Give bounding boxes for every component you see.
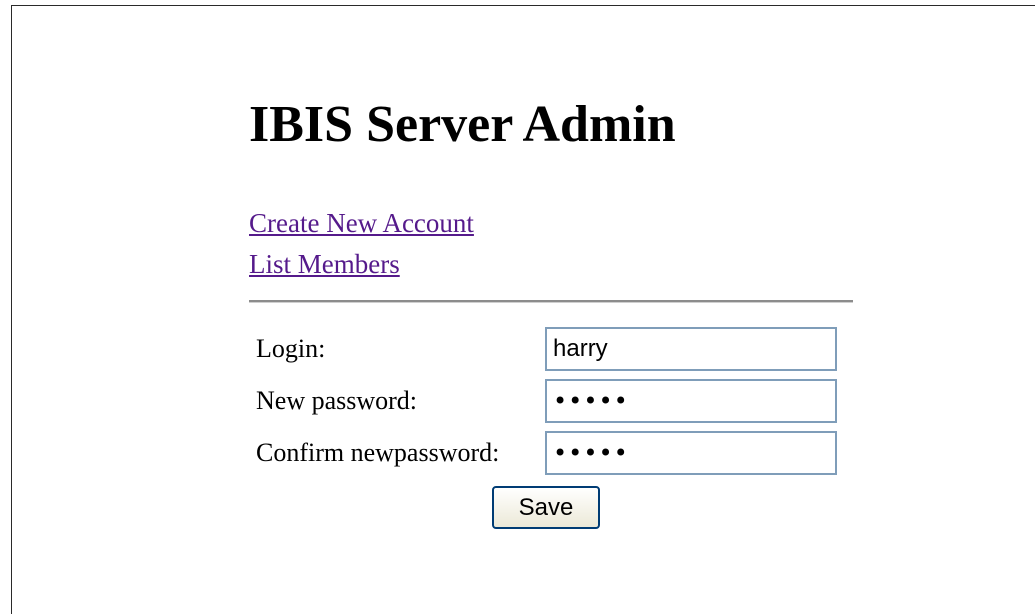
new-password-label: New password: [256,386,418,415]
new-password-field[interactable] [545,379,837,423]
page-title: IBIS Server Admin [249,96,676,153]
list-members-link[interactable]: List Members [249,248,400,280]
confirm-password-field[interactable] [545,431,837,475]
login-field[interactable] [545,327,837,371]
login-label: Login: [256,334,326,363]
create-new-account-link[interactable]: Create New Account [249,207,474,239]
horizontal-rule [249,300,853,303]
confirm-password-label: Confirm newpassword: [256,438,500,467]
browser-page: IBIS Server Admin Create New Account Lis… [11,5,1035,614]
save-button[interactable]: Save [492,486,600,529]
